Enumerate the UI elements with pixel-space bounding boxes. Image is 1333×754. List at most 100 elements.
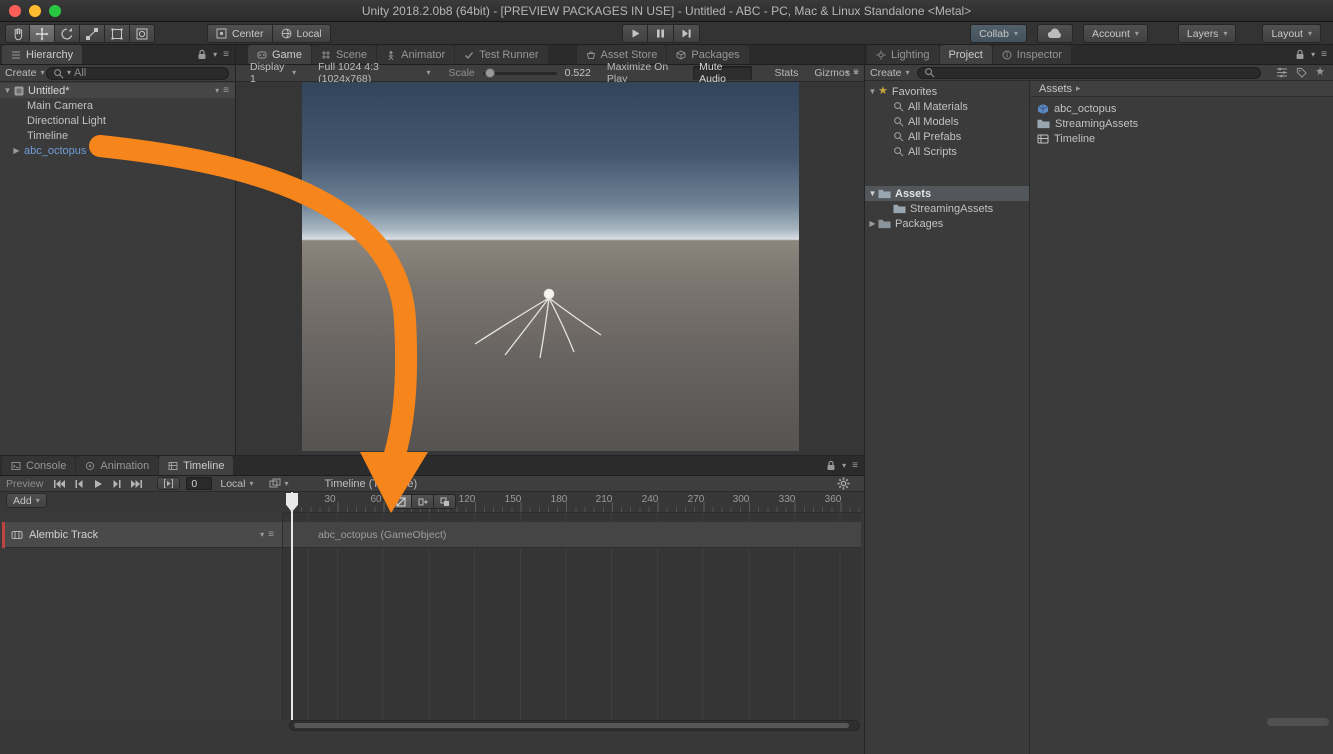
mix-mode-button[interactable] <box>390 494 412 509</box>
hierarchy-create-button[interactable]: Create ▾ <box>5 67 45 79</box>
play-range-button[interactable] <box>157 477 180 490</box>
hierarchy-item-directional-light[interactable]: Directional Light <box>0 113 235 128</box>
stats-toggle[interactable]: Stats <box>768 66 804 80</box>
project-hscrollbar-thumb[interactable] <box>1267 718 1329 726</box>
display-dropdown[interactable]: Display 1 ▾ <box>250 61 296 85</box>
lock-icon[interactable] <box>826 460 836 471</box>
panel-menu-icon[interactable]: ≡ <box>1321 50 1327 60</box>
account-button[interactable]: Account ▾ <box>1083 24 1148 43</box>
cloud-button[interactable] <box>1037 24 1073 43</box>
pause-button[interactable] <box>648 24 674 43</box>
favorite-all-materials[interactable]: All Materials <box>865 99 1029 114</box>
search-by-label-icon[interactable] <box>1296 67 1307 78</box>
panel-menu-icon[interactable]: ≡ <box>852 461 858 471</box>
go-to-start-button[interactable] <box>53 479 65 489</box>
tab-lighting[interactable]: Lighting <box>867 45 939 64</box>
scale-tool-button[interactable] <box>80 24 105 43</box>
playhead-line[interactable] <box>291 492 293 720</box>
rect-tool-button[interactable] <box>105 24 130 43</box>
lock-icon[interactable] <box>1295 49 1305 60</box>
rotation-mode-button[interactable]: Local <box>273 24 331 43</box>
panel-menu-icon[interactable]: ≡ <box>223 50 229 60</box>
abc-octopus-disclosure-icon[interactable]: ▶ <box>11 146 22 155</box>
project-breadcrumb[interactable]: Assets ▸ <box>1031 81 1333 97</box>
play-button[interactable] <box>622 24 648 43</box>
scale-slider[interactable] <box>483 72 557 75</box>
next-frame-button[interactable] <box>112 479 122 489</box>
favorite-search-icon[interactable]: ★ <box>1315 67 1325 78</box>
asset-abc-octopus[interactable]: abc_octopus <box>1031 101 1333 116</box>
panel-caret-icon[interactable]: ▾ <box>842 462 846 470</box>
scale-slider-thumb[interactable] <box>485 68 495 78</box>
alembic-track-lane[interactable]: abc_octopus (GameObject) <box>283 522 861 548</box>
scene-disclosure-icon[interactable]: ▼ <box>2 86 13 95</box>
tab-project[interactable]: Project <box>940 45 992 64</box>
panel-caret-icon[interactable]: ▾ <box>1311 51 1315 59</box>
maximize-on-play-toggle[interactable]: Maximize On Play <box>601 66 689 80</box>
replace-mode-button[interactable] <box>434 494 456 509</box>
collab-button[interactable]: Collab ▾ <box>970 24 1027 43</box>
folder-packages-row[interactable]: ▶ Packages <box>865 216 1029 231</box>
game-panel-caret-icon: ▾ <box>845 69 849 77</box>
time-ref-dropdown[interactable]: Local ▾ <box>220 478 253 490</box>
go-to-end-button[interactable] <box>131 479 143 489</box>
scene-row[interactable]: ▼ Untitled* ▾≡ <box>0 83 235 98</box>
favorites-row[interactable]: ▼ ★ Favorites <box>865 84 1029 99</box>
game-panel-menu[interactable]: ▾≡ <box>845 68 859 78</box>
scene-menu[interactable]: ▾≡ <box>215 86 229 96</box>
project-search-input[interactable] <box>917 67 1261 79</box>
timeline-hscrollbar-thumb[interactable] <box>294 723 849 728</box>
rotate-tool-button[interactable] <box>55 24 80 43</box>
timeline-play-button[interactable] <box>93 479 103 489</box>
folder-streamingassets-row[interactable]: StreamingAssets <box>865 201 1029 216</box>
step-button[interactable] <box>674 24 700 43</box>
timeline-hscrollbar[interactable] <box>289 720 860 731</box>
alembic-track-header[interactable]: Alembic Track ▾≡ <box>2 522 282 548</box>
tab-hierarchy[interactable]: Hierarchy <box>2 45 82 64</box>
packages-disclosure-icon[interactable]: ▶ <box>867 219 878 228</box>
game-render-view[interactable] <box>302 82 799 451</box>
layout-button[interactable]: Layout ▾ <box>1262 24 1321 43</box>
tab-animation-label: Animation <box>100 460 149 472</box>
clip-view-toggle[interactable]: ▾ <box>269 478 288 489</box>
project-create-button[interactable]: Create ▾ <box>870 67 910 79</box>
hierarchy-search-input[interactable]: ▾ All <box>46 67 229 80</box>
mute-audio-toggle[interactable]: Mute Audio <box>693 66 752 80</box>
folder-assets-row[interactable]: ▼ Assets <box>865 186 1029 201</box>
track-menu[interactable]: ▾≡ <box>260 530 274 540</box>
pivot-mode-button[interactable]: Center <box>207 24 273 43</box>
asset-timeline[interactable]: Timeline <box>1031 131 1333 146</box>
previous-frame-button[interactable] <box>74 479 84 489</box>
tab-animation[interactable]: Animation <box>76 456 158 475</box>
frame-field[interactable]: 0 <box>186 477 212 490</box>
hierarchy-create-label: Create <box>5 67 37 79</box>
lock-icon[interactable] <box>197 49 207 60</box>
transform-tool-button[interactable] <box>130 24 155 43</box>
search-by-type-icon[interactable] <box>1276 67 1288 78</box>
ripple-mode-button[interactable] <box>412 494 434 509</box>
tab-inspector[interactable]: Inspector <box>993 45 1071 64</box>
favorite-all-prefabs[interactable]: All Prefabs <box>865 129 1029 144</box>
panel-caret-icon[interactable]: ▾ <box>213 51 217 59</box>
add-track-button[interactable]: Add ▾ <box>6 493 47 508</box>
favorites-disclosure-icon[interactable]: ▼ <box>867 87 878 96</box>
favorite-all-models[interactable]: All Models <box>865 114 1029 129</box>
timeline-ruler[interactable]: 30 60 90 120 150 180 210 240 270 300 330… <box>283 492 861 513</box>
search-filter-caret-icon[interactable]: ▾ <box>67 69 71 77</box>
tab-console[interactable]: Console <box>2 456 75 475</box>
assets-disclosure-icon[interactable]: ▼ <box>867 189 878 198</box>
timeline-settings-gear-icon[interactable] <box>837 477 850 490</box>
tab-timeline[interactable]: Timeline <box>159 456 233 475</box>
hand-tool-button[interactable] <box>5 24 30 43</box>
asset-streamingassets[interactable]: StreamingAssets <box>1031 116 1333 131</box>
add-track-caret-icon: ▾ <box>36 497 40 505</box>
tab-test-runner[interactable]: Test Runner <box>455 45 547 64</box>
hierarchy-item-abc-octopus[interactable]: ▶ abc_octopus <box>0 143 235 158</box>
hierarchy-item-timeline[interactable]: Timeline <box>0 128 235 143</box>
preview-toggle[interactable]: Preview <box>6 478 43 490</box>
game-view-toolbar: Display 1 ▾ Full 1024 4:3 (1024x768) ▾ S… <box>236 65 864 82</box>
layers-button[interactable]: Layers ▾ <box>1178 24 1237 43</box>
favorite-all-scripts[interactable]: All Scripts <box>865 144 1029 159</box>
move-tool-button[interactable] <box>30 24 55 43</box>
hierarchy-item-main-camera[interactable]: Main Camera <box>0 98 235 113</box>
